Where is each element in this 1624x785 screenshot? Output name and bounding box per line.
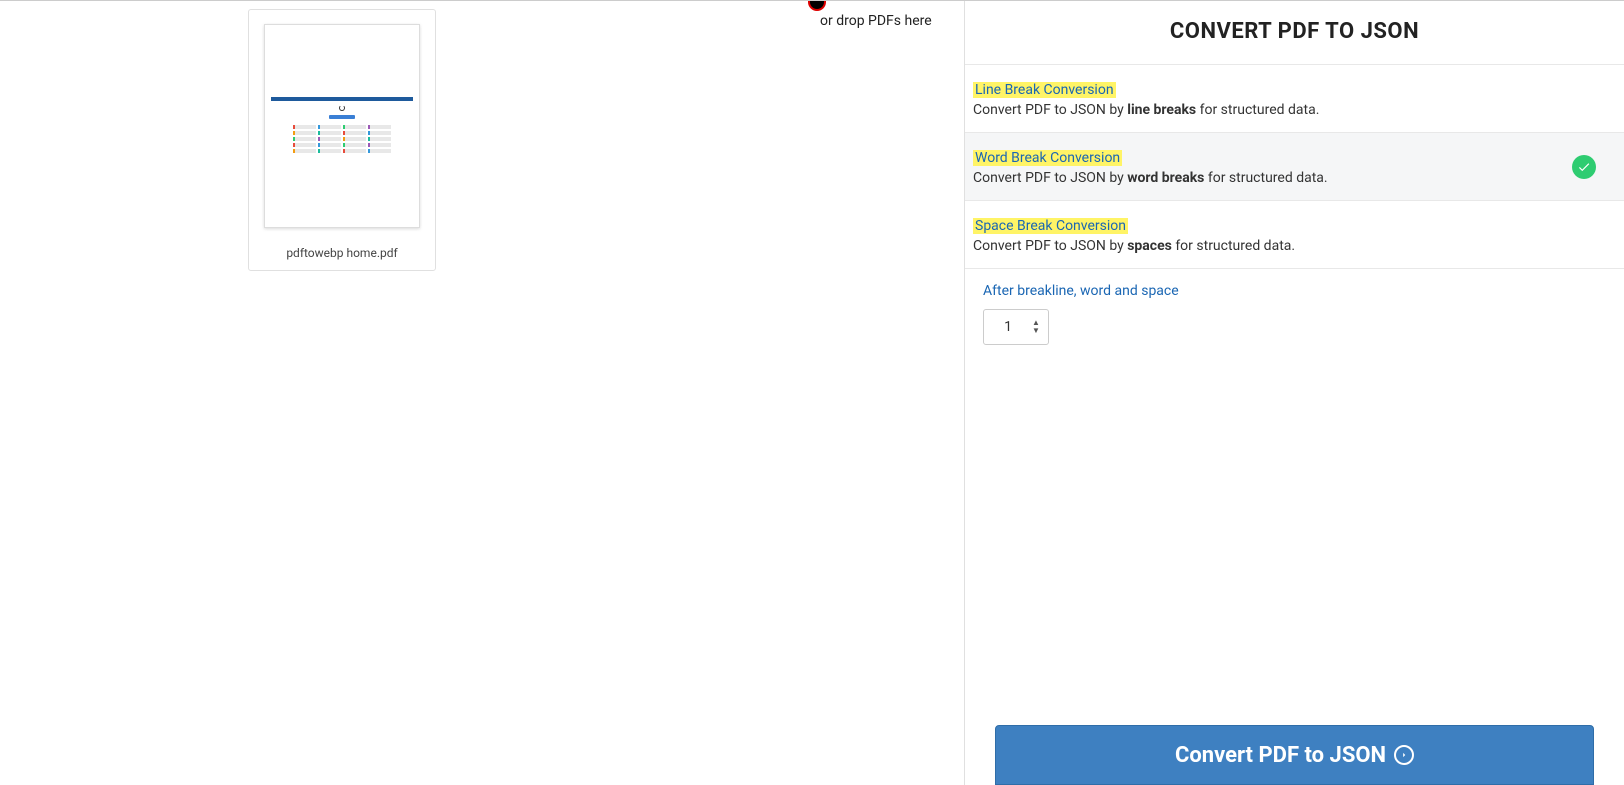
panel-title: CONVERT PDF TO JSON: [965, 1, 1624, 65]
option-word-break[interactable]: Word Break Conversion Convert PDF to JSO…: [965, 133, 1624, 201]
option-desc: Convert PDF to JSON by word breaks for s…: [973, 170, 1572, 186]
option-title: Space Break Conversion: [973, 218, 1128, 234]
count-value: 1: [984, 319, 1032, 335]
convert-button[interactable]: Convert PDF to JSON: [995, 725, 1594, 785]
dropzone-panel[interactable]: or drop PDFs here pdftowebp home.pdf: [0, 1, 964, 785]
arrow-right-circle-icon: [1394, 745, 1414, 765]
option-line-break[interactable]: Line Break Conversion Convert PDF to JSO…: [965, 65, 1624, 133]
option-desc: Convert PDF to JSON by line breaks for s…: [973, 102, 1606, 118]
option-space-break[interactable]: Space Break Conversion Convert PDF to JS…: [965, 201, 1624, 269]
count-stepper[interactable]: 1 ▲ ▼: [983, 309, 1049, 345]
check-icon: [1572, 155, 1596, 179]
pdf-thumbnail: [264, 24, 420, 228]
file-card[interactable]: pdftowebp home.pdf: [248, 9, 436, 271]
after-label: After breakline, word and space: [983, 283, 1606, 299]
option-desc: Convert PDF to JSON by spaces for struct…: [973, 238, 1606, 254]
option-title: Word Break Conversion: [973, 150, 1122, 166]
convert-button-label: Convert PDF to JSON: [1175, 743, 1386, 768]
stepper-arrows-icon[interactable]: ▲ ▼: [1032, 319, 1048, 335]
upload-badge-icon: [808, 1, 826, 11]
option-title: Line Break Conversion: [973, 82, 1116, 98]
drop-hint: or drop PDFs here: [820, 13, 932, 29]
after-section: After breakline, word and space 1 ▲ ▼: [965, 269, 1624, 359]
options-panel: CONVERT PDF TO JSON Line Break Conversio…: [964, 1, 1624, 785]
file-name-label: pdftowebp home.pdf: [263, 246, 421, 260]
